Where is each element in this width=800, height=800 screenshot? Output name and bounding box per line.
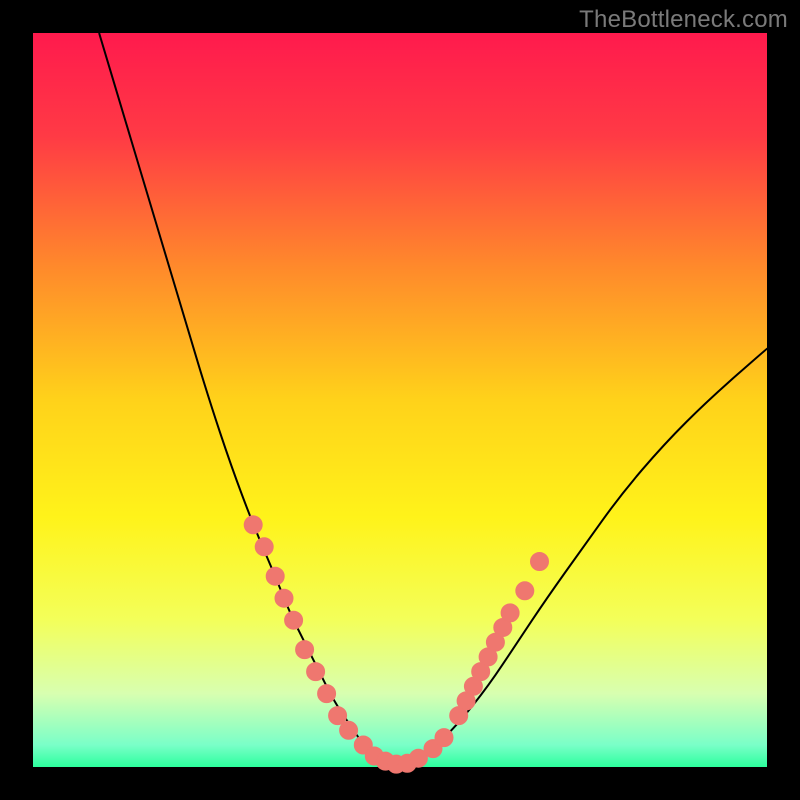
data-marker bbox=[516, 582, 534, 600]
data-marker bbox=[275, 589, 293, 607]
plot-area bbox=[33, 33, 767, 767]
data-marker bbox=[255, 538, 273, 556]
bottleneck-curve bbox=[99, 33, 767, 765]
data-marker bbox=[318, 685, 336, 703]
data-marker bbox=[244, 516, 262, 534]
data-marker bbox=[340, 721, 358, 739]
data-marker bbox=[501, 604, 519, 622]
data-marker bbox=[296, 641, 314, 659]
data-marker bbox=[329, 707, 347, 725]
data-marker bbox=[307, 663, 325, 681]
data-marker bbox=[285, 611, 303, 629]
watermark-text: TheBottleneck.com bbox=[579, 6, 788, 34]
data-marker bbox=[435, 729, 453, 747]
outer-frame: TheBottleneck.com bbox=[0, 0, 800, 800]
data-marker bbox=[266, 567, 284, 585]
data-markers bbox=[244, 516, 548, 773]
data-marker bbox=[531, 553, 549, 571]
chart-svg bbox=[33, 33, 767, 767]
